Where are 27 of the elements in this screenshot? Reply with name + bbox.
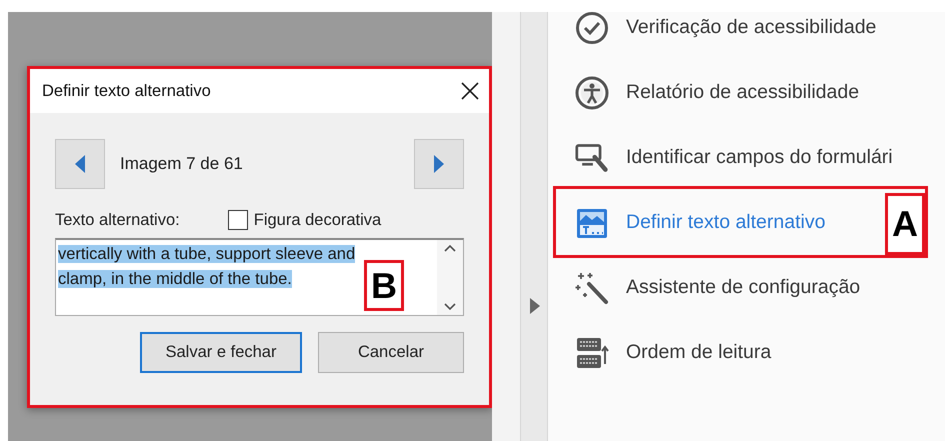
magic-wand-icon (575, 270, 609, 304)
callout-label: B (364, 260, 404, 311)
scroll-up-icon[interactable] (444, 244, 456, 252)
tool-item[interactable]: Definir texto alternativo A (548, 190, 945, 255)
tool-item[interactable]: Verificação de acessibilidade (548, 12, 945, 60)
left-triangle-icon (74, 154, 86, 174)
accessibility-icon (575, 76, 609, 110)
dialog-title: Definir texto alternativo (42, 82, 211, 100)
tool-item[interactable]: Assistente de configuração (548, 255, 945, 320)
decorative-checkbox[interactable] (228, 210, 248, 230)
tool-item[interactable]: Ordem de leitura (548, 320, 945, 385)
scroll-down-icon[interactable] (444, 303, 456, 311)
callout-label: A (885, 193, 925, 255)
expand-triangle-icon[interactable] (530, 298, 540, 314)
reading-order-icon (575, 336, 609, 370)
next-button[interactable] (414, 139, 464, 189)
decorative-label: Figura decorativa (254, 210, 382, 230)
right-triangle-icon (433, 154, 445, 174)
dialog-button[interactable]: Salvar e fechar (140, 332, 302, 373)
close-icon[interactable] (461, 82, 479, 100)
alt-text-label: Texto alternativo: (55, 210, 180, 230)
image-counter: Imagem 7 de 61 (120, 154, 244, 174)
previous-button[interactable] (55, 139, 105, 189)
alt-text-field[interactable]: vertically with a tube, support sleeve and clamp, in the middle of the tube. B (55, 238, 464, 316)
dialog-button[interactable]: Cancelar (318, 332, 464, 373)
tool-item[interactable]: Identificar campos do formulári (548, 125, 945, 190)
tool-item[interactable]: Relatório de acessibilidade (548, 60, 945, 125)
